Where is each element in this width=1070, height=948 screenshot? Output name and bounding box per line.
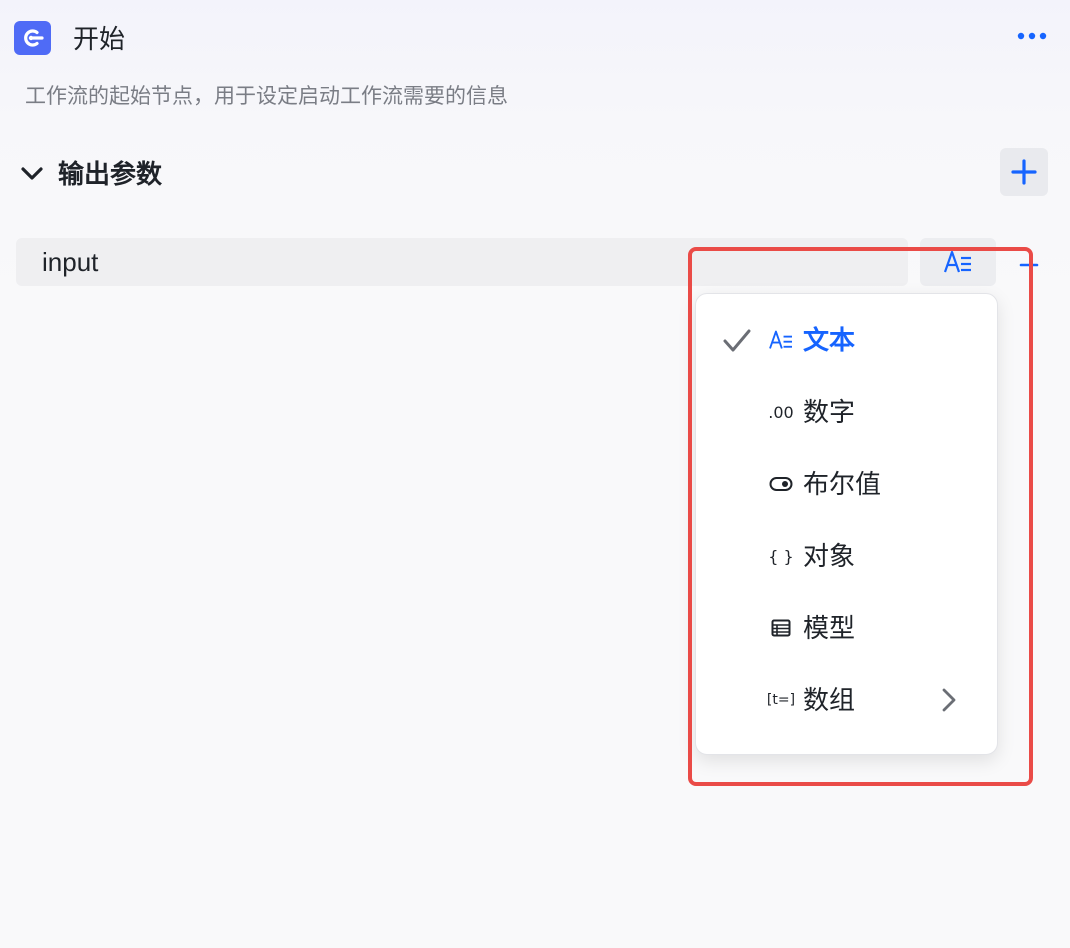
output-section-toggle[interactable]: 输出参数 bbox=[20, 156, 162, 192]
section-title: 输出参数 bbox=[58, 159, 163, 189]
menu-item-label: 对象 bbox=[803, 541, 856, 571]
node-start-icon bbox=[14, 21, 51, 55]
menu-item-model[interactable]: 模型 bbox=[696, 600, 997, 656]
array-icon: [t=] bbox=[766, 684, 796, 716]
menu-item-boolean[interactable]: 布尔值 bbox=[696, 456, 997, 512]
braces-icon: { } bbox=[766, 540, 796, 572]
table-icon bbox=[766, 612, 796, 644]
toggle-icon bbox=[766, 468, 796, 500]
plus-icon bbox=[1011, 159, 1037, 185]
chevron-down-icon[interactable] bbox=[20, 162, 44, 186]
menu-item-number[interactable]: .00 数字 bbox=[696, 384, 997, 440]
array-icon-text: [t=] bbox=[766, 692, 796, 708]
menu-item-label: 布尔值 bbox=[803, 469, 882, 499]
menu-item-label: 数组 bbox=[803, 685, 856, 715]
text-type-icon bbox=[943, 249, 973, 275]
menu-item-array[interactable]: [t=] 数组 bbox=[696, 672, 997, 728]
add-param-button[interactable] bbox=[1000, 148, 1048, 196]
remove-param-button[interactable] bbox=[1014, 248, 1044, 278]
minus-icon bbox=[1017, 251, 1041, 275]
type-dropdown-menu: 文本 .00 数字 布尔值 { } 对象 模型 [t=] 数组 bbox=[695, 293, 998, 755]
check-icon bbox=[723, 329, 751, 352]
node-description: 工作流的起始节点，用于设定启动工作流需要的信息 bbox=[25, 85, 508, 108]
param-name-field[interactable]: input bbox=[16, 238, 908, 286]
menu-item-text[interactable]: 文本 bbox=[696, 312, 997, 368]
text-type-icon bbox=[766, 324, 796, 356]
menu-item-label: 模型 bbox=[803, 613, 856, 643]
number-icon-text: .00 bbox=[768, 402, 794, 422]
menu-item-object[interactable]: { } 对象 bbox=[696, 528, 997, 584]
menu-item-label: 文本 bbox=[803, 325, 856, 355]
braces-icon-text: { } bbox=[768, 546, 794, 566]
number-type-icon: .00 bbox=[766, 396, 796, 428]
chevron-right-icon bbox=[942, 688, 956, 712]
param-type-button[interactable] bbox=[920, 238, 996, 286]
param-name-value: input bbox=[42, 247, 99, 277]
menu-item-label: 数字 bbox=[803, 397, 856, 427]
node-title: 开始 bbox=[73, 24, 126, 54]
more-dots-icon[interactable] bbox=[1012, 22, 1052, 50]
node-header: 开始 bbox=[0, 0, 1070, 80]
